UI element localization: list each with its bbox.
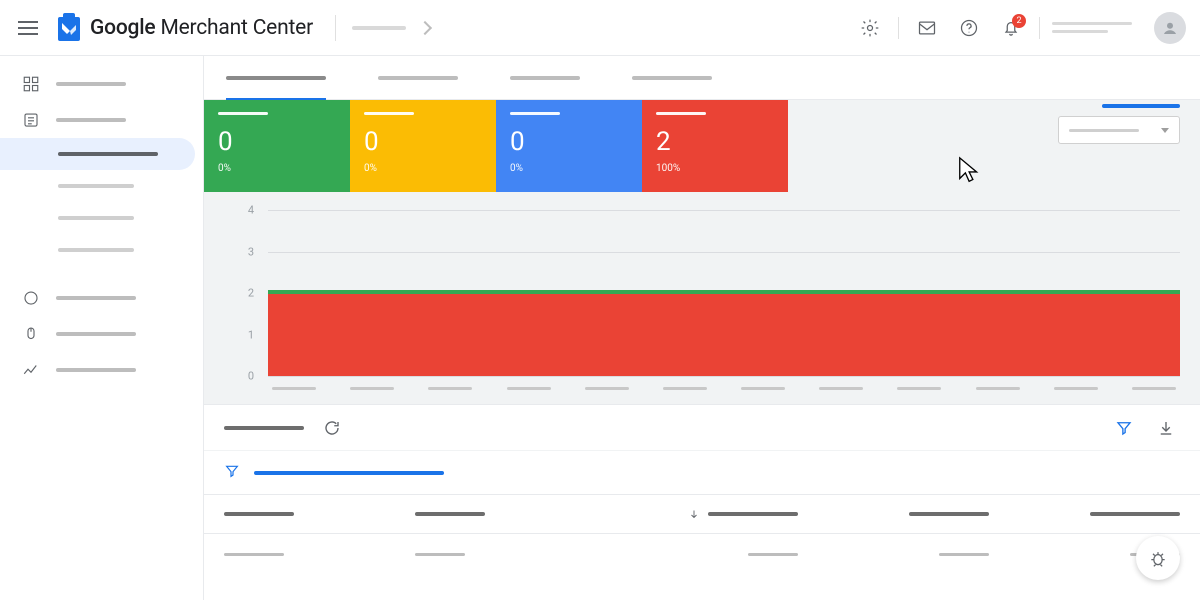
refresh-button[interactable] [318, 414, 346, 442]
table-title [224, 426, 304, 430]
issues-table [204, 404, 1200, 574]
main-content: 0 0% 0 0% 0 0% 2 [204, 56, 1200, 600]
y-tick: 0 [224, 370, 264, 383]
card-value: 0 [218, 129, 336, 155]
sort-desc-icon [688, 505, 700, 524]
x-tick [897, 387, 941, 390]
chart-x-axis [268, 378, 1180, 398]
product-logo[interactable]: Google Merchant Center [56, 13, 313, 43]
nav-products-sub-3[interactable] [0, 202, 203, 234]
status-history-chart: 01234 [224, 210, 1180, 398]
inbox-button[interactable] [907, 8, 947, 48]
dashboard-icon [22, 75, 40, 93]
product-title: Google Merchant Center [90, 16, 313, 40]
breadcrumb[interactable] [352, 22, 430, 33]
caret-down-icon [1161, 128, 1169, 133]
x-tick [1054, 387, 1098, 390]
app-header: Google Merchant Center 2 [0, 0, 1200, 56]
chart-plot [268, 210, 1180, 376]
divider [1039, 17, 1040, 39]
nav-marketing[interactable] [0, 280, 203, 316]
tab-3[interactable] [510, 56, 580, 100]
card-value: 0 [364, 129, 482, 155]
tab-2[interactable] [378, 56, 458, 100]
account-switcher[interactable] [1052, 22, 1142, 33]
card-value: 0 [510, 129, 628, 155]
notifications-button[interactable]: 2 [991, 8, 1031, 48]
notification-badge: 2 [1012, 14, 1026, 28]
table-header-row [204, 494, 1200, 534]
y-tick: 2 [224, 287, 264, 300]
help-button[interactable] [949, 8, 989, 48]
x-tick [507, 387, 551, 390]
card-percent: 0% [364, 163, 482, 174]
list-icon [22, 111, 40, 129]
x-tick [1132, 387, 1176, 390]
trend-icon [22, 361, 40, 379]
mouse-icon [22, 325, 40, 343]
card-value: 2 [656, 129, 774, 155]
card-percent: 100% [656, 163, 774, 174]
circle-outline-icon [22, 289, 40, 307]
y-tick: 1 [224, 328, 264, 341]
nav-overview[interactable] [0, 66, 203, 102]
x-tick [741, 387, 785, 390]
col-percent[interactable] [989, 512, 1180, 516]
divider [335, 15, 336, 41]
status-cards: 0 0% 0 0% 0 0% 2 [204, 100, 1200, 192]
x-tick [976, 387, 1020, 390]
account-avatar[interactable] [1154, 12, 1186, 44]
merchant-center-tag-icon [56, 13, 82, 43]
x-tick [819, 387, 863, 390]
settings-button[interactable] [850, 8, 890, 48]
download-button[interactable] [1152, 414, 1180, 442]
col-trend[interactable] [798, 512, 989, 516]
table-toolbar [204, 404, 1200, 450]
nav-performance[interactable] [0, 352, 203, 388]
destination-link[interactable] [1102, 104, 1180, 108]
chevron-right-icon [418, 21, 432, 35]
breadcrumb-segment [352, 26, 406, 30]
tab-4[interactable] [632, 56, 712, 100]
nav-products-sub-4[interactable] [0, 234, 203, 266]
sidebar [0, 56, 204, 600]
col-country[interactable] [415, 512, 606, 516]
tab-bar [204, 56, 1200, 100]
filter-button[interactable] [1110, 414, 1138, 442]
y-tick: 3 [224, 245, 264, 258]
col-affected[interactable] [606, 505, 797, 524]
y-tick: 4 [224, 204, 264, 217]
x-tick [350, 387, 394, 390]
nav-products-diagnostics[interactable] [0, 138, 195, 170]
status-card-expiring[interactable]: 0 0% [496, 100, 642, 192]
x-tick [428, 387, 472, 390]
country-dropdown[interactable] [1058, 116, 1180, 144]
table-row[interactable] [204, 534, 1200, 574]
x-tick [663, 387, 707, 390]
add-filter-row[interactable] [204, 450, 1200, 494]
tab-1[interactable] [226, 56, 326, 100]
card-percent: 0% [218, 163, 336, 174]
nav-growth[interactable] [0, 316, 203, 352]
overview-panel: 0 0% 0 0% 0 0% 2 [204, 100, 1200, 404]
menu-button[interactable] [0, 21, 56, 35]
nav-products[interactable] [0, 102, 203, 138]
funnel-icon [224, 463, 240, 483]
status-card-active[interactable]: 0 0% [204, 100, 350, 192]
send-feedback-button[interactable] [1136, 536, 1180, 580]
chart-y-axis: 01234 [224, 210, 264, 376]
divider [898, 17, 899, 39]
card-percent: 0% [510, 163, 628, 174]
col-issue[interactable] [224, 512, 415, 516]
x-tick [585, 387, 629, 390]
status-card-pending[interactable]: 0 0% [350, 100, 496, 192]
header-actions: 2 [850, 8, 1200, 48]
add-filter-link [254, 471, 444, 475]
nav-products-sub-2[interactable] [0, 170, 203, 202]
status-card-disapproved[interactable]: 2 100% [642, 100, 788, 192]
x-tick [272, 387, 316, 390]
